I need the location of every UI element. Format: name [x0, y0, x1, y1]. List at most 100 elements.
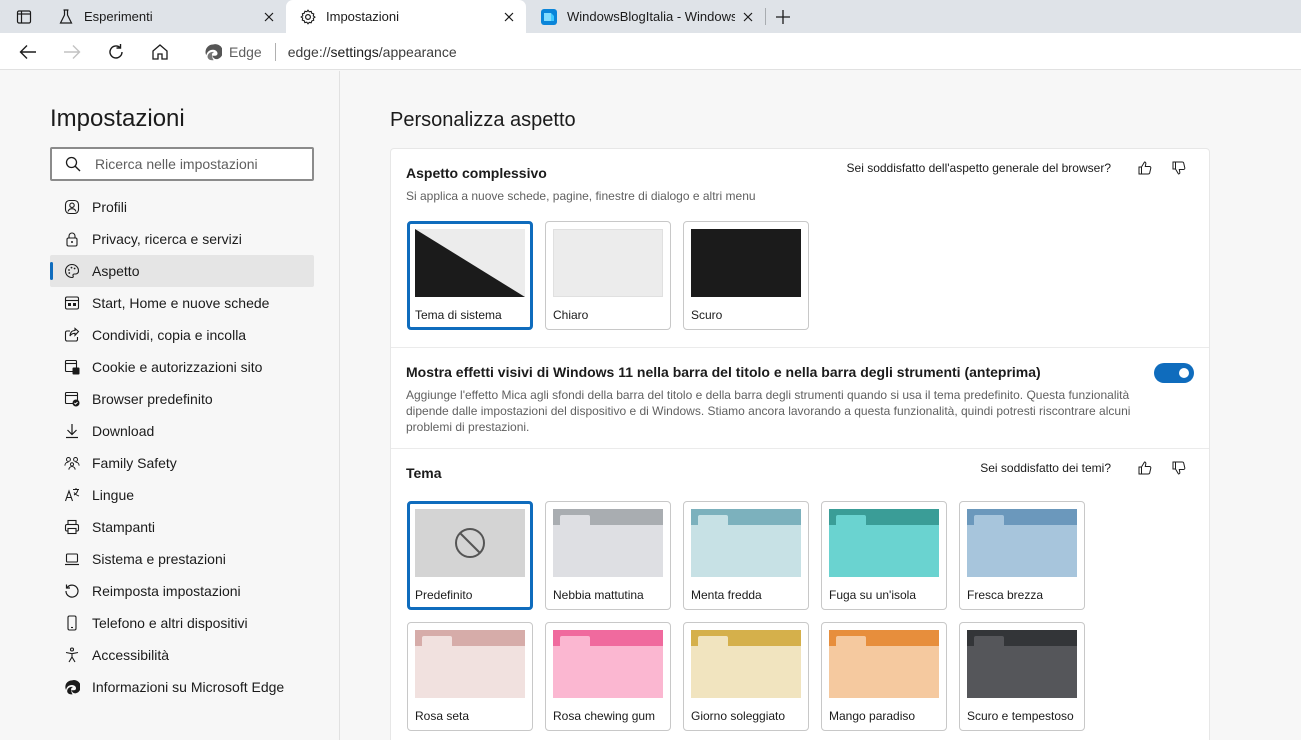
tab-esperimenti[interactable]: Esperimenti — [44, 0, 286, 33]
page-title: Personalizza aspetto — [390, 109, 576, 131]
sidebar-item-label: Condividi, copia e incolla — [92, 327, 247, 343]
mica-description-line1: Aggiunge l'effetto Mica agli sfondi dell… — [406, 388, 1130, 402]
phone-icon — [64, 615, 80, 631]
close-icon — [264, 12, 274, 21]
theme-label: Menta fredda — [691, 588, 762, 602]
theme-tab-color — [974, 515, 1004, 525]
edge-logo-icon — [205, 43, 222, 60]
address-bar[interactable]: Edge edge://settings/appearance — [188, 36, 1301, 67]
default-browser-icon — [64, 391, 80, 407]
close-tab-button[interactable] — [256, 4, 282, 30]
url-suffix: /appearance — [378, 43, 457, 60]
sidebar-item-informazioni[interactable]: Informazioni su Microsoft Edge — [50, 671, 314, 703]
refresh-icon — [109, 44, 123, 59]
browser-toolbar: Edge edge://settings/appearance — [0, 33, 1301, 70]
close-tab-button[interactable] — [735, 4, 761, 30]
theme-body-color — [553, 525, 663, 577]
profile-icon — [64, 199, 80, 215]
blocked-icon — [455, 528, 485, 558]
tab-actions-icon — [16, 10, 32, 24]
sidebar-item-browser-predefinito[interactable]: Browser predefinito — [50, 383, 314, 415]
thumbs-down-icon — [1172, 161, 1186, 175]
sidebar-item-condividi[interactable]: Condividi, copia e incolla — [50, 319, 314, 351]
sidebar-item-start-home[interactable]: Start, Home e nuove schede — [50, 287, 314, 319]
settings-search-box[interactable] — [50, 147, 314, 181]
share-icon — [64, 327, 80, 343]
theme-preview — [691, 630, 801, 698]
mica-toggle[interactable] — [1154, 363, 1194, 383]
theme-tab-color — [836, 515, 866, 525]
theme-body-color — [553, 646, 663, 698]
mica-description-line2: dipende dalle impostazioni del dispositi… — [406, 404, 1131, 418]
option-label: Chiaro — [553, 308, 589, 322]
home-icon — [152, 44, 168, 60]
theme-option-predefinito[interactable]: Predefinito — [407, 501, 533, 610]
section-divider — [391, 448, 1209, 449]
overall-appearance-title: Aspetto complessivo — [406, 165, 547, 181]
sidebar-item-download[interactable]: Download — [50, 415, 314, 447]
sidebar-item-lingue[interactable]: Lingue — [50, 479, 314, 511]
theme-option-giorno-soleggiato[interactable]: Giorno soleggiato — [683, 622, 809, 731]
sidebar-item-accessibilita[interactable]: Accessibilità — [50, 639, 314, 671]
system-theme-preview — [415, 229, 525, 297]
url-text: edge://settings/appearance — [288, 44, 457, 60]
theme-option-nebbia-mattutina[interactable]: Nebbia mattutina — [545, 501, 671, 610]
sidebar-item-privacy[interactable]: Privacy, ricerca e servizi — [50, 223, 314, 255]
home-button[interactable] — [145, 37, 175, 67]
sidebar-item-profili[interactable]: Profili — [50, 191, 314, 223]
tab-windowsblogitalia[interactable]: WindowsBlogItalia - Windows, Su — [527, 0, 765, 33]
theme-option-scuro-e-tempestoso[interactable]: Scuro e tempestoso — [959, 622, 1085, 731]
sidebar-title: Impostazioni — [50, 105, 185, 132]
search-input[interactable] — [95, 156, 295, 172]
sidebar-item-cookie[interactable]: Cookie e autorizzazioni sito — [50, 351, 314, 383]
theme-preview — [691, 509, 801, 577]
tab-impostazioni[interactable]: Impostazioni — [286, 0, 526, 33]
search-icon — [65, 156, 81, 172]
appearance-option-system[interactable]: Tema di sistema — [407, 221, 533, 330]
theme-option-fuga-su-un-isola[interactable]: Fuga su un'isola — [821, 501, 947, 610]
sidebar-item-label: Family Safety — [92, 455, 177, 471]
theme-option-rosa-chewing-gum[interactable]: Rosa chewing gum — [545, 622, 671, 731]
overall-appearance-subtitle: Si applica a nuove schede, pagine, fines… — [406, 189, 756, 203]
appearance-option-light[interactable]: Chiaro — [545, 221, 671, 330]
theme-preview — [415, 630, 525, 698]
new-tab-button[interactable] — [770, 4, 796, 30]
theme-option-rosa-seta[interactable]: Rosa seta — [407, 622, 533, 731]
address-divider — [274, 42, 276, 61]
light-theme-preview — [553, 229, 663, 297]
sidebar-item-sistema[interactable]: Sistema e prestazioni — [50, 543, 314, 575]
theme-body-color — [691, 525, 801, 577]
theme-option-menta-fredda[interactable]: Menta fredda — [683, 501, 809, 610]
back-arrow-icon — [19, 45, 36, 59]
close-icon — [504, 12, 514, 21]
sidebar-item-telefono[interactable]: Telefono e altri dispositivi — [50, 607, 314, 639]
tab-actions-button[interactable] — [6, 4, 42, 30]
thumbs-up-button[interactable] — [1131, 157, 1159, 179]
close-tab-button[interactable] — [496, 4, 522, 30]
forward-button[interactable] — [57, 37, 87, 67]
theme-option-mango-paradiso[interactable]: Mango paradiso — [821, 622, 947, 731]
sidebar-item-label: Aspetto — [92, 263, 140, 279]
accessibility-icon — [64, 647, 80, 663]
sidebar-item-stampanti[interactable]: Stampanti — [50, 511, 314, 543]
option-label: Tema di sistema — [415, 308, 502, 322]
refresh-button[interactable] — [101, 37, 131, 67]
printer-icon — [64, 519, 80, 535]
theme-tab-color — [698, 515, 728, 525]
thumbs-up-button[interactable] — [1131, 457, 1159, 479]
sidebar-item-family-safety[interactable]: Family Safety — [50, 447, 314, 479]
appearance-option-dark[interactable]: Scuro — [683, 221, 809, 330]
sidebar-item-aspetto[interactable]: Aspetto — [50, 255, 314, 287]
theme-option-fresca-brezza[interactable]: Fresca brezza — [959, 501, 1085, 610]
thumbs-down-button[interactable] — [1165, 457, 1193, 479]
theme-label: Fuga su un'isola — [829, 588, 917, 602]
back-button[interactable] — [13, 37, 43, 67]
url-path: settings — [330, 43, 379, 60]
theme-tab-color — [974, 636, 1004, 646]
settings-main: Personalizza aspetto Aspetto complessivo… — [341, 71, 1301, 740]
sidebar-item-reimposta[interactable]: Reimposta impostazioni — [50, 575, 314, 607]
thumbs-down-button[interactable] — [1165, 157, 1193, 179]
cookie-permission-icon — [64, 359, 80, 375]
palette-icon — [64, 263, 80, 279]
theme-body-color — [967, 525, 1077, 577]
